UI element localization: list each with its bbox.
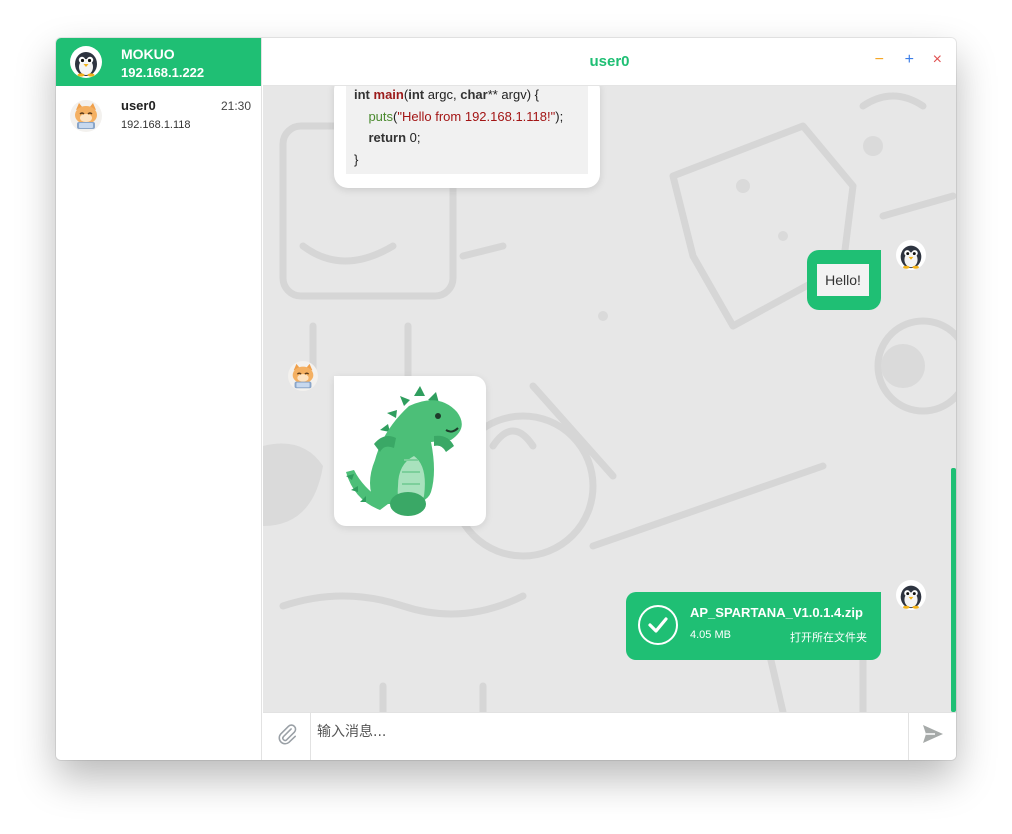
- file-size: 4.05 MB: [690, 629, 731, 641]
- code-block: int main(int argc, char** argv) { puts("…: [346, 86, 588, 174]
- sidebar: MOKUO 192.168.1.222 user0 21:30 192.168.…: [56, 38, 262, 760]
- file-message-bubble[interactable]: AP_SPARTANA_V1.0.1.4.zip 4.05 MB 打开所在文件夹: [626, 592, 881, 660]
- text-message-bubble[interactable]: Hello!: [807, 250, 881, 310]
- code-token: }: [354, 151, 359, 167]
- penguin-avatar-icon: [70, 46, 102, 83]
- current-user-card: MOKUO 192.168.1.222: [56, 38, 261, 86]
- paperclip-icon: [276, 723, 298, 750]
- code-message-bubble[interactable]: int main(int argc, char** argv) { puts("…: [334, 86, 600, 188]
- message-scrollbar[interactable]: [951, 468, 956, 712]
- sticker-message-bubble[interactable]: [334, 376, 486, 526]
- cat-avatar-icon: [288, 361, 318, 391]
- contact-name: user0: [121, 98, 156, 113]
- chat-header: user0 − + ×: [263, 38, 956, 86]
- code-token: );: [555, 108, 564, 124]
- penguin-avatar-icon: [896, 580, 926, 610]
- file-name: AP_SPARTANA_V1.0.1.4.zip: [690, 605, 863, 620]
- code-token: int: [408, 87, 425, 102]
- app-window: MOKUO 192.168.1.222 user0 21:30 192.168.…: [56, 38, 956, 760]
- message-area[interactable]: int main(int argc, char** argv) { puts("…: [263, 86, 956, 712]
- code-token: main: [373, 87, 404, 102]
- code-token: 0;: [406, 130, 421, 145]
- minimize-button[interactable]: −: [875, 51, 884, 69]
- code-token: puts: [368, 108, 394, 124]
- code-token: return: [368, 130, 407, 145]
- cat-avatar-icon: [70, 100, 102, 137]
- message-input[interactable]: [311, 713, 908, 760]
- open-folder-link[interactable]: 打开所在文件夹: [790, 629, 867, 645]
- attach-button[interactable]: [263, 713, 311, 760]
- maximize-button[interactable]: +: [905, 51, 914, 69]
- composer-bar: [263, 712, 956, 760]
- code-token: int: [354, 87, 370, 102]
- current-user-name: MOKUO: [121, 46, 175, 62]
- close-button[interactable]: ×: [933, 51, 942, 69]
- chat-panel: user0 − + × int main(int argc, char** ar…: [263, 38, 956, 760]
- contact-ip: 192.168.1.118: [121, 119, 191, 131]
- penguin-avatar-icon: [896, 240, 926, 270]
- code-token: argc,: [424, 87, 461, 102]
- current-user-ip: 192.168.1.222: [121, 65, 205, 80]
- code-token: "Hello from 192.168.1.118!": [397, 108, 556, 124]
- message-text: Hello!: [817, 264, 869, 296]
- dinosaur-sticker-icon: [334, 386, 486, 530]
- chat-title: user0: [589, 53, 630, 70]
- send-button[interactable]: [908, 713, 956, 760]
- code-token: ** argv) {: [487, 87, 539, 102]
- contact-time: 21:30: [220, 99, 251, 113]
- code-token: char: [460, 87, 488, 102]
- send-icon: [921, 722, 945, 751]
- check-circle-icon: [638, 605, 678, 645]
- contact-item-user0[interactable]: user0 21:30 192.168.1.118: [56, 86, 261, 148]
